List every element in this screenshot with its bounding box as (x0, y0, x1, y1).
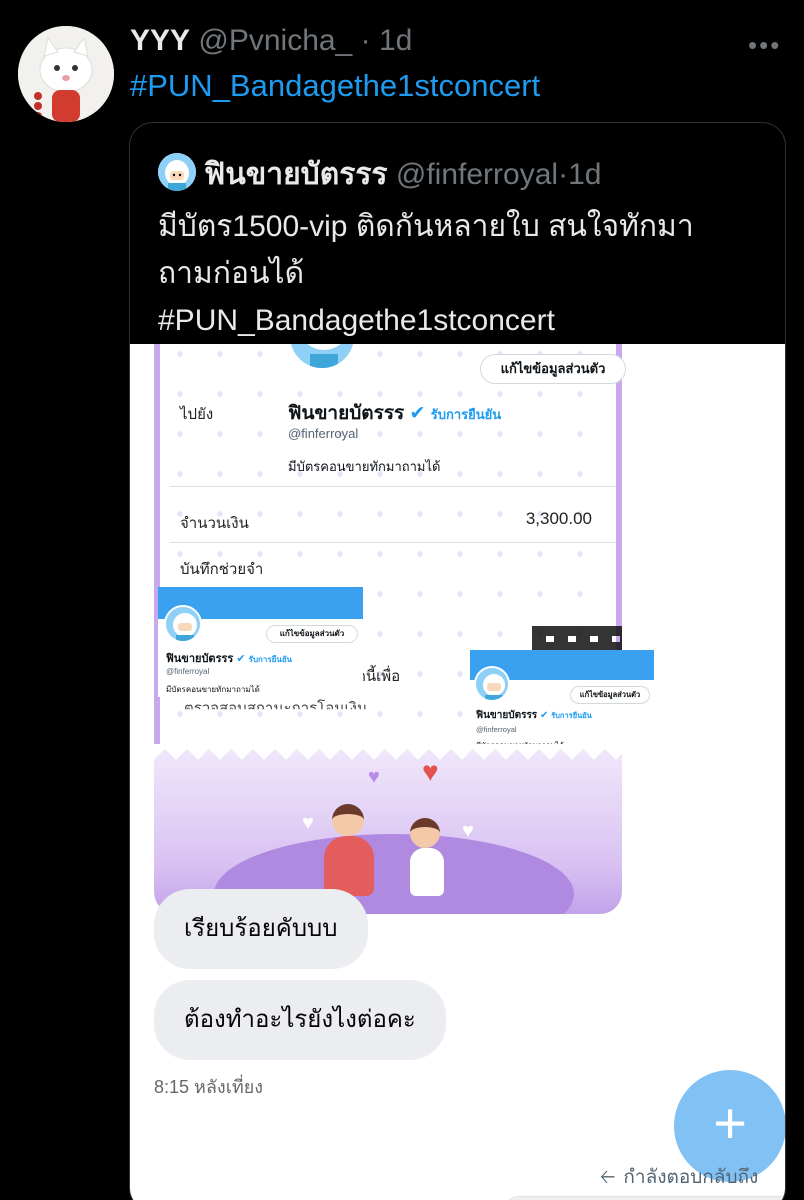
profile-handle: @finferroyal (166, 667, 210, 676)
quoted-tweet[interactable]: ฟินขายบัตรรร @finferroyal·1d มีบัตร1500-… (129, 122, 786, 1200)
tweet-header: YYY @Pvnicha_ · 1d (130, 24, 412, 58)
heart-icon: ♥ (462, 820, 474, 842)
profile-name-text: ฟินขายบัตรรร (476, 710, 538, 721)
verified-label: รับการยืนยัน (551, 711, 592, 720)
edit-profile-button[interactable]: แก้ไขข้อมูลส่วนตัว (266, 625, 358, 643)
tweet-timestamp[interactable]: 1d (379, 24, 412, 57)
profile-card-small: แก้ไขข้อมูลส่วนตัว ฟินขายบัตรรร ✔ รับการ… (158, 587, 363, 697)
person-head (410, 818, 440, 848)
cat-avatar-icon (18, 26, 114, 122)
profile-avatar (164, 605, 202, 643)
quoted-separator: · (558, 158, 569, 191)
person-illustration (410, 848, 444, 896)
profile-card-small: แก้ไขข้อมูลส่วนตัว ฟินขายบัตรรร ✔ รับการ… (470, 650, 654, 754)
slip-amount-value: 3,300.00 (525, 509, 592, 528)
heart-icon: ♥ (422, 756, 439, 787)
profile-avatar (474, 666, 510, 702)
slip-divider (170, 542, 616, 543)
finn-avatar-icon (290, 344, 354, 368)
profile-name: ฟินขายบัตรรร ✔ รับการยืนยัน (476, 708, 592, 723)
finn-avatar-icon (158, 153, 196, 191)
person-illustration (324, 836, 374, 896)
reply-indicator: 🡠 กำลังตอบกลับถึง (600, 1162, 758, 1195)
quoted-timestamp[interactable]: 1d (568, 158, 601, 191)
profile-name: ฟินขายบัตรรร ✔ รับการยืนยัน (166, 649, 292, 667)
person-head (332, 804, 364, 836)
edit-profile-button[interactable]: แก้ไขข้อมูลส่วนตัว (570, 686, 650, 704)
quoted-author-avatar[interactable] (158, 153, 196, 191)
profile-card-main: แก้ไขข้อมูลส่วนตัว ฟินขายบัตรรร ✔ รับการ… (248, 344, 626, 484)
tweet-hashtag[interactable]: #PUN_Bandagethe1stconcert (130, 68, 540, 104)
chat-timestamp: 8:15 หลังเที่ยง (154, 1077, 264, 1097)
reply-arrow-icon: 🡠 (600, 1167, 616, 1188)
verified-label: รับการยืนยัน (248, 655, 292, 664)
user-avatar[interactable] (18, 26, 114, 122)
quoted-tweet-text: มีบัตร1500-vip ติดกันหลายใบ สนใจทักมา ถา… (158, 203, 768, 344)
finn-avatar-icon (476, 668, 508, 700)
finn-avatar-icon (166, 607, 200, 641)
verified-badge-icon: ✔ (409, 403, 426, 424)
slip-memo-label: บันทึกช่วยจำ (180, 561, 264, 578)
slip-divider (170, 486, 616, 487)
profile-bio: มีบัตรคอนขายทักมาถามได้ (166, 685, 260, 694)
edit-profile-button[interactable]: แก้ไขข้อมูลส่วนตัว (480, 354, 626, 384)
quoted-author-name[interactable]: ฟินขายบัตรรร (204, 158, 388, 191)
attached-image[interactable]: ไปยัง จำนวนเงิน 3,300.00 บันทึกช่วยจำ โค… (130, 344, 785, 1200)
heart-icon: ♥ (368, 766, 380, 788)
slip-amount-label: จำนวนเงิน (180, 515, 249, 532)
profile-name-text: ฟินขายบัตรรร (288, 403, 405, 424)
chat-bubble: เรียบร้อยคับบบ (154, 889, 368, 969)
tweet-author-name[interactable]: YYY (130, 24, 190, 57)
quoted-text-line-1: มีบัตร1500-vip ติดกันหลายใบ สนใจทักมา (158, 210, 694, 243)
zigzag-edge (154, 744, 622, 766)
profile-bio: มีบัตรคอนขายทักมาถามได้ (288, 459, 441, 474)
profile-name: ฟินขายบัตรรร ✔ รับการยืนยัน (288, 398, 501, 428)
quoted-hashtag[interactable]: #PUN_Bandagethe1stconcert (158, 297, 768, 344)
profile-handle: @finferroyal (476, 725, 517, 734)
verified-badge-icon: ✔ (236, 653, 246, 665)
reply-input-pill[interactable] (500, 1196, 785, 1200)
tweet-author-handle[interactable]: @Pvnicha_ (198, 24, 352, 57)
slip-to-label: ไปยัง (180, 406, 214, 423)
quoted-author-handle[interactable]: @finferroyal (396, 158, 558, 191)
verified-badge-icon: ✔ (539, 710, 549, 721)
tweet-separator: · (360, 24, 371, 57)
profile-name-text: ฟินขายบัตรรร (166, 653, 234, 665)
profile-avatar (288, 344, 356, 370)
more-options-icon[interactable]: ••• (748, 30, 781, 61)
heart-icon: ♥ (302, 812, 314, 834)
quoted-text-line-2: ถามก่อนได้ (158, 257, 305, 290)
reply-to-label: กำลังตอบกลับถึง (623, 1167, 759, 1188)
quoted-tweet-header: ฟินขายบัตรรร @finferroyal·1d (204, 151, 601, 198)
profile-handle: @finferroyal (288, 426, 359, 441)
chat-bubble: ต้องทำอะไรยังไงต่อคะ (154, 980, 446, 1060)
verified-label: รับการยืนยัน (430, 407, 502, 422)
